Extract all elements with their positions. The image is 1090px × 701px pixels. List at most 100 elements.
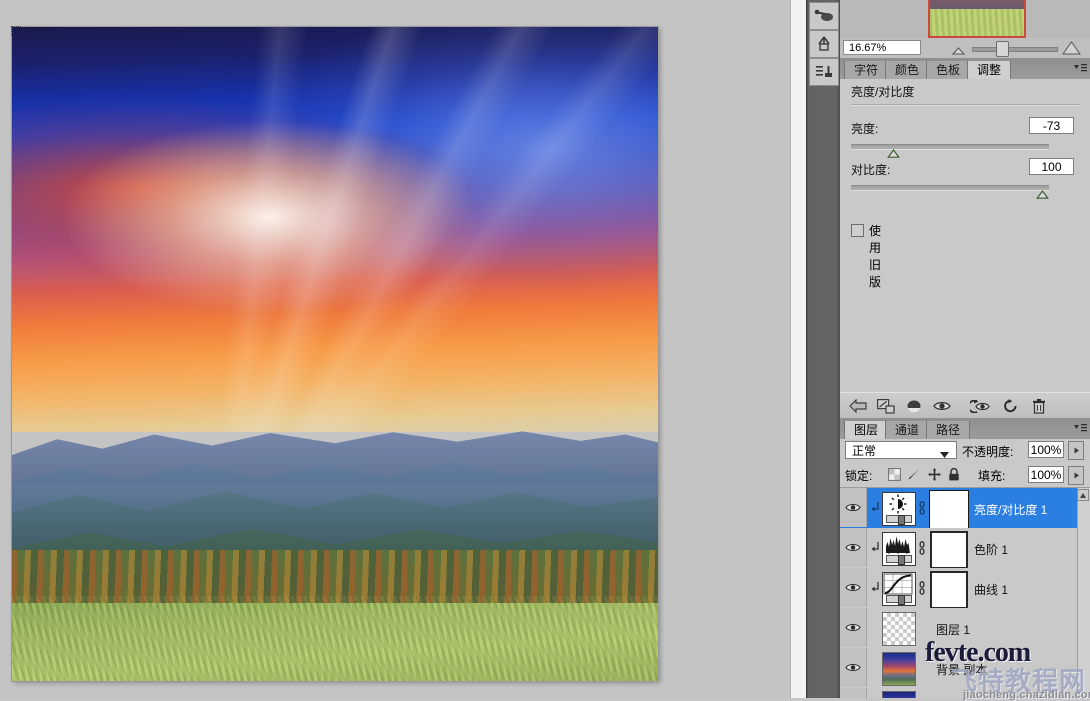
fill-input[interactable]: 100% [1028,466,1064,483]
levels-icon [883,533,915,565]
lock-image-pixels-icon[interactable] [906,467,922,482]
navigator-thumb-meadow [930,8,1024,36]
fill-stepper-icon[interactable] [1068,466,1084,485]
reset-adjustment-icon[interactable] [1000,397,1020,415]
contrast-value-input[interactable]: 100 [1029,158,1074,175]
table-row[interactable]: 背景 副本 [840,648,1090,689]
layers-tab-strip[interactable]: 图层 通道 路径 [840,418,1090,440]
layer-visibility-toggle[interactable] [840,568,867,607]
contrast-slider-knob[interactable] [1036,188,1049,199]
table-row[interactable]: 色阶 1 [840,528,1090,569]
opacity-input[interactable]: 100% [1028,441,1064,458]
tab-color[interactable]: 颜色 [885,60,930,79]
photo-meadow-texture [12,595,658,681]
zoom-slider-knob[interactable] [996,41,1009,57]
toning-tools-icon[interactable] [809,2,839,30]
workspace-scrollbar[interactable] [790,0,807,698]
lock-position-icon[interactable] [926,467,942,482]
brightness-value-input[interactable]: -73 [1029,117,1074,134]
tab-character[interactable]: 字符 [844,60,889,79]
table-row[interactable]: 亮度/对比度 1 [840,488,1090,529]
brightness-label: 亮度: [851,122,879,136]
brightness-slider-knob[interactable] [887,147,900,158]
adjustments-tab-strip[interactable]: 字符 颜色 色板 调整 [840,58,1090,80]
navigator-thumbnail[interactable] [928,0,1026,38]
layer-name[interactable]: 曲线 1 [974,581,1008,598]
layers-panel-menu-icon[interactable] [1073,422,1087,434]
layer-name[interactable]: 亮度/对比度 1 [974,501,1047,518]
table-row[interactable] [840,688,1090,698]
layer-visibility-toggle[interactable] [840,688,867,698]
expanded-view-icon[interactable] [876,397,896,415]
contrast-slider-track[interactable] [851,185,1049,191]
zoom-level-input[interactable]: 16.67% [843,40,921,55]
panel-menu-icon[interactable] [1073,62,1087,74]
layer-visibility-toggle[interactable] [840,488,867,527]
adjustments-panel-body: 亮度/对比度 亮度: -73 对比度: 100 使用旧版 [840,79,1090,393]
scroll-up-arrow-icon[interactable] [1077,489,1089,501]
layer-visibility-toggle[interactable] [840,608,867,647]
clip-to-layer-icon[interactable] [904,397,924,415]
photoshop-window: 16.67% 字符 颜色 色板 调整 亮度/对比度 亮度: -73 对比度: 1… [0,0,1090,701]
layer-thumbnail[interactable] [882,691,916,698]
layer-thumbnail[interactable] [882,532,916,566]
layer-thumbnail[interactable] [882,612,916,646]
chevron-down-icon[interactable] [940,447,949,461]
tab-channels[interactable]: 通道 [885,420,930,439]
brightness-slider-track[interactable] [851,144,1049,150]
sunset-photo [883,692,915,698]
layer-list[interactable]: 亮度/对比度 1 色阶 1 曲线 1 图层 1 背景 副本 [840,488,1090,698]
lock-row: 锁定: 填充: 100% [840,463,1090,488]
use-legacy-label: 使用旧版 [869,224,882,289]
collapsed-panel-dock[interactable] [806,0,840,698]
selection-marquee-corner [11,26,21,36]
layer-mask-link-icon[interactable] [918,581,926,598]
table-row[interactable]: 曲线 1 [840,568,1090,609]
layer-mask-link-icon[interactable] [918,501,926,518]
view-previous-state-icon[interactable] [970,397,990,415]
tab-swatches[interactable]: 色板 [926,60,971,79]
return-to-adjustment-list-icon[interactable] [848,397,868,415]
clone-source-icon[interactable] [809,58,839,86]
opacity-stepper-icon[interactable] [1068,441,1084,460]
tab-paths[interactable]: 路径 [926,420,971,439]
document-workspace[interactable] [0,0,790,698]
zoom-in-icon[interactable] [1062,41,1081,58]
adjustments-footer-bar[interactable] [840,392,1090,420]
layer-visibility-toggle[interactable] [840,528,867,567]
table-row[interactable]: 图层 1 [840,608,1090,649]
layer-thumbnail[interactable] [882,492,916,526]
fill-label: 填充: [978,469,1006,483]
layer-list-scrollbar[interactable] [1077,488,1090,698]
layer-mask-link-icon[interactable] [918,541,926,558]
canvas-photo [12,27,658,681]
layer-mask-thumbnail[interactable] [930,571,968,609]
lock-transparent-pixels-icon[interactable] [886,467,902,482]
tab-adjustments[interactable]: 调整 [967,60,1012,79]
navigator-panel[interactable] [840,0,1090,39]
toggle-layer-visibility-icon[interactable] [932,397,952,415]
layer-thumbnail[interactable] [882,652,916,686]
zoom-slider-track[interactable] [972,47,1058,52]
layer-mask-thumbnail[interactable] [930,531,968,569]
lock-label: 锁定: [845,469,873,483]
thumbnail-slider-graphic [886,595,912,605]
clipping-mask-indicator-icon [871,542,880,556]
layer-mask-thumbnail[interactable] [930,491,968,529]
layer-thumbnail[interactable] [882,572,916,606]
image-canvas[interactable] [11,26,658,681]
use-legacy-checkbox[interactable] [851,224,864,237]
zoom-out-icon[interactable] [951,44,966,58]
layer-visibility-toggle[interactable] [840,648,867,687]
adjustment-title: 亮度/对比度 [851,85,915,99]
tab-layers[interactable]: 图层 [844,420,889,439]
layer-name[interactable]: 色阶 1 [974,541,1008,558]
lock-all-icon[interactable] [946,467,962,482]
layer-name[interactable]: 图层 1 [936,621,970,638]
history-brush-icon[interactable] [809,30,839,58]
navigator-zoom-row[interactable]: 16.67% [840,38,1090,59]
layer-name[interactable]: 背景 副本 [936,661,987,678]
contrast-label: 对比度: [851,163,891,177]
delete-adjustment-layer-icon[interactable] [1029,397,1049,415]
brightness-contrast-icon [883,493,915,525]
